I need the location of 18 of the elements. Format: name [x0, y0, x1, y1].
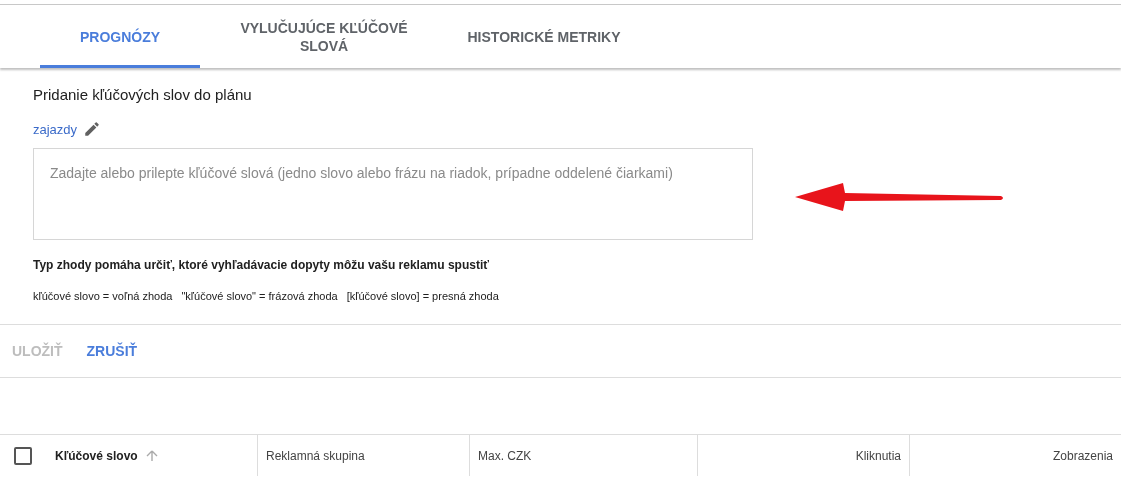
- form-title: Pridanie kľúčových slov do plánu: [33, 86, 253, 103]
- match-type-text: kľúčové slovo = voľná zhoda: [33, 290, 173, 302]
- column-header[interactable]: Max. CZK: [478, 448, 532, 463]
- pencil-icon[interactable]: [83, 120, 102, 138]
- match-type-text: [kľúčové slovo] = presná zhoda: [346, 290, 499, 302]
- ad-group-link[interactable]: zajazdy: [33, 121, 78, 137]
- tab[interactable]: PROGNÓZY: [40, 5, 200, 68]
- column-header[interactable]: Zobrazenia: [1052, 448, 1113, 463]
- cancel-button[interactable]: ZRUŠIŤ: [86, 343, 138, 359]
- column-header[interactable]: Reklamná skupina: [266, 448, 365, 463]
- tab[interactable]: VYLUČUJÚCE KĽÚČOVÉ SLOVÁ: [224, 5, 424, 68]
- tab[interactable]: HISTORICKÉ METRIKY: [424, 5, 664, 68]
- keywords-field[interactable]: Zadajte alebo prilepte kľúčové slová (jedno slovo alebo frázu na riadok, prípadne oddelené čiarkami): [33, 148, 753, 240]
- column-header[interactable]: Kliknutia: [855, 448, 901, 463]
- checkbox[interactable]: [13, 446, 32, 465]
- match-type-text: "kľúčové slovo" = frázová zhoda: [181, 290, 338, 302]
- column-header[interactable]: Kľúčové slovo: [55, 448, 138, 463]
- match-type-help: Typ zhody pomáha určiť, ktoré vyhľadávacie dopyty môžu vašu reklamu spustiť: [33, 258, 491, 272]
